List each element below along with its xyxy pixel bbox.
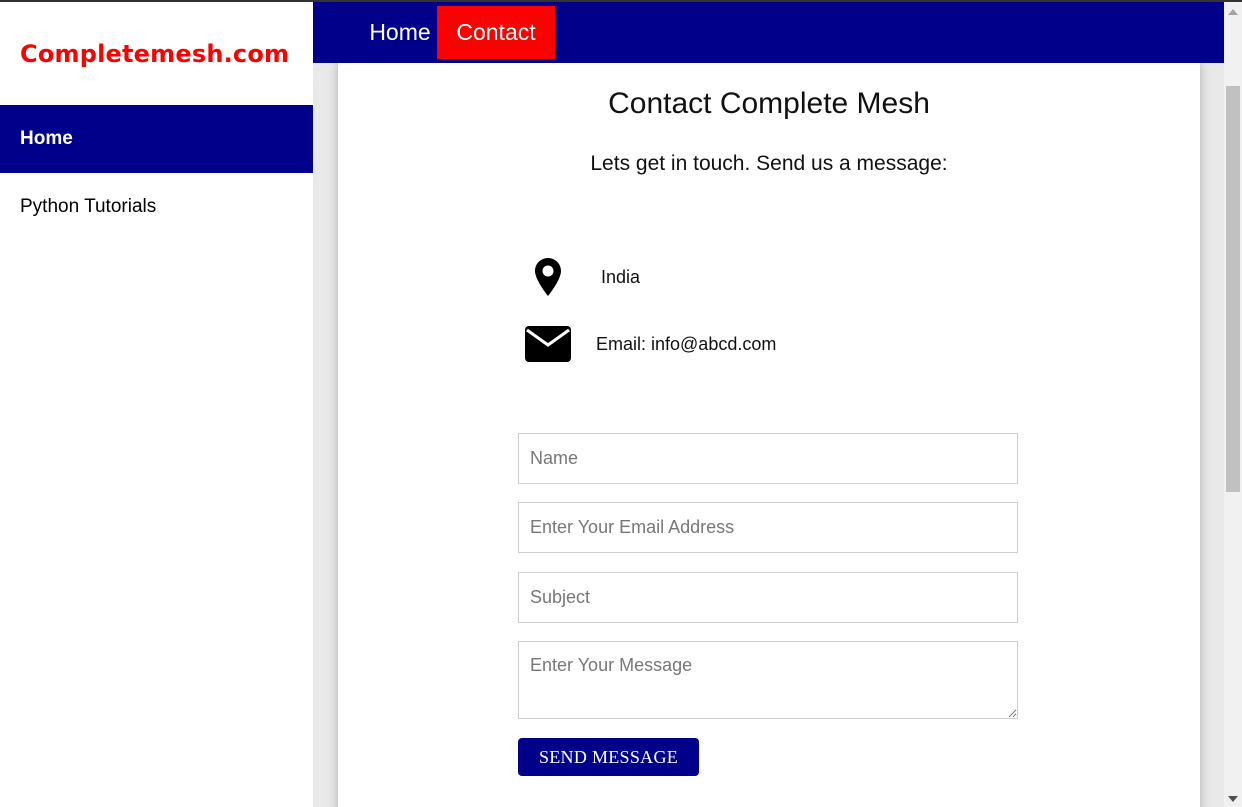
scrollbar-thumb[interactable] — [1226, 86, 1240, 492]
top-navbar: Home Contact — [313, 2, 1224, 63]
email-info: Email: info@abcd.com — [523, 326, 776, 362]
page-subtitle: Lets get in touch. Send us a message: — [590, 152, 948, 175]
sidebar-item-python-tutorials[interactable]: Python Tutorials — [0, 173, 313, 241]
email-text: Email: info@abcd.com — [596, 333, 777, 354]
sidebar-item-label: Home — [20, 128, 73, 149]
subject-input[interactable] — [518, 572, 1018, 623]
message-textarea[interactable] — [518, 641, 1018, 719]
scroll-down-arrow-icon[interactable] — [1228, 796, 1238, 802]
site-logo-text[interactable]: Completemesh.com — [20, 40, 289, 68]
email-input[interactable] — [518, 502, 1018, 553]
scrollbar[interactable] — [1224, 2, 1242, 807]
page-title: Contact Complete Mesh — [608, 87, 930, 120]
location-info: India — [523, 258, 640, 296]
contact-card: Contact Complete Mesh Lets get in touch.… — [338, 63, 1200, 807]
scroll-up-arrow-icon[interactable] — [1228, 9, 1238, 15]
main-area: Home Contact Contact Complete Mesh Lets … — [313, 2, 1224, 807]
sidebar-item-label: Python Tutorials — [20, 196, 157, 217]
envelope-icon — [523, 326, 573, 362]
name-input[interactable] — [518, 433, 1018, 484]
sidebar: Completemesh.com Home Python Tutorials — [0, 2, 313, 807]
location-text: India — [601, 266, 641, 287]
map-marker-icon — [523, 258, 573, 296]
send-message-button[interactable]: SEND MESSAGE — [518, 738, 699, 776]
sidebar-item-home[interactable]: Home — [0, 105, 313, 173]
nav-contact-link[interactable]: Contact — [437, 6, 555, 59]
